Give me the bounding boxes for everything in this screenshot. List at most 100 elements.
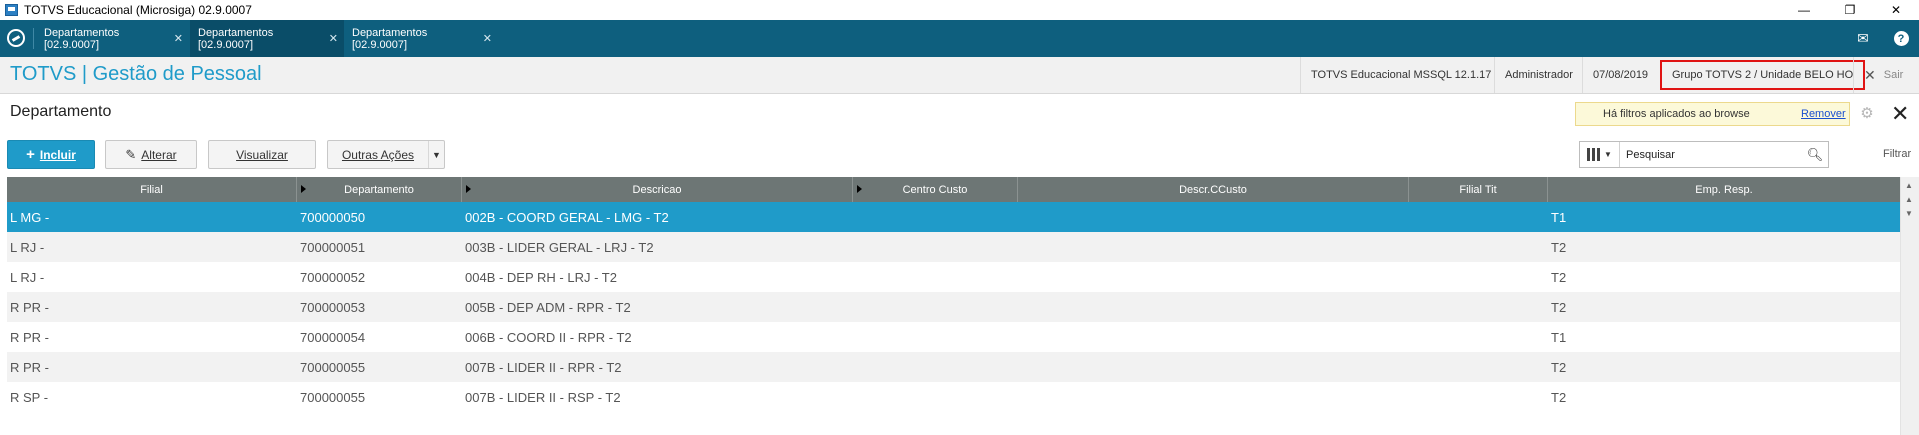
column-header-emp-resp[interactable]: Emp. Resp. [1548,177,1900,202]
sort-arrow-icon [857,185,862,193]
tab-departamentos-2[interactable]: Departamentos [02.9.0007] ✕ [190,20,344,57]
tab-departamentos-3[interactable]: Departamentos [02.9.0007] ✕ [344,20,498,57]
cell-emp-resp: T2 [1551,269,1567,285]
column-header-label: Emp. Resp. [1695,183,1753,196]
module-header: TOTVS | Gestão de Pessoal TOTVS Educacio… [0,57,1919,94]
cell-departamento: 700000052 [300,269,366,285]
cell-filial: L MG - [10,209,50,225]
page-title: Departamento [10,103,112,120]
environment-info: TOTVS Educacional MSSQL 12.1.17 [1300,57,1501,93]
tab-separator [33,28,34,49]
table-row[interactable]: L MG - 700000050 002B - COORD GERAL - LM… [7,202,1900,232]
other-actions-button[interactable]: Outras Ações ▼ [327,140,445,169]
cell-descricao: 003B - LIDER GERAL - LRJ - T2 [465,239,654,255]
column-header-descr-ccusto[interactable]: Descr.CCusto [1018,177,1409,202]
cell-emp-resp: T2 [1551,359,1567,375]
cell-departamento: 700000055 [300,359,366,375]
table-row[interactable]: L RJ - 700000051 003B - LIDER GERAL - LR… [7,232,1900,262]
mail-icon[interactable]: ✉ [1847,20,1879,57]
cell-emp-resp: T1 [1551,329,1567,345]
filter-button[interactable]: Filtrar [1883,148,1911,160]
cell-departamento: 700000055 [300,389,366,405]
column-header-filial[interactable]: Filial [7,177,297,202]
date-info: 07/08/2019 [1582,57,1658,93]
tab-close-icon[interactable]: ✕ [329,32,338,45]
table-row[interactable]: L RJ - 700000052 004B - DEP RH - LRJ - T… [7,262,1900,292]
cell-emp-resp: T2 [1551,389,1567,405]
tab-close-icon[interactable]: ✕ [483,32,492,45]
table-row[interactable]: R PR - 700000054 006B - COORD II - RPR -… [7,322,1900,352]
column-header-filial-tit[interactable]: Filial Tit [1409,177,1548,202]
search-icon[interactable]: 🔍︎ [1805,147,1825,163]
tab-label: Departamentos [02.9.0007] [352,26,428,51]
cell-descricao: 004B - DEP RH - LRJ - T2 [465,269,617,285]
totvs-logo-icon[interactable] [7,29,25,47]
column-header-label: Centro Custo [902,183,968,196]
sort-arrow-icon [466,185,471,193]
help-icon[interactable]: ? [1885,20,1917,57]
tab-departamentos-1[interactable]: Departamentos [02.9.0007] ✕ [36,20,189,57]
chevron-down-icon: ▼ [1604,150,1612,159]
column-header-label: Filial [140,183,163,196]
window-title: TOTVS Educacional (Microsiga) 02.9.0007 [24,3,252,17]
column-selector[interactable]: ▼ [1580,142,1620,167]
cell-filial: L RJ - [10,269,45,285]
exit-button[interactable]: ✕ Sair [1853,57,1913,93]
scroll-up-icon[interactable]: ▲ [1905,195,1913,204]
exit-label: Sair [1883,69,1904,81]
module-brand: TOTVS | Gestão de Pessoal [10,63,262,85]
sort-arrow-icon [301,185,306,193]
cell-emp-resp: T2 [1551,299,1567,315]
cell-descricao: 002B - COORD GERAL - LMG - T2 [465,209,669,225]
plus-icon: + [26,146,35,163]
chevron-down-icon: ▼ [428,141,444,168]
gear-icon[interactable]: ⚙ [1859,106,1875,122]
cell-departamento: 700000054 [300,329,366,345]
tab-bar: Departamentos [02.9.0007] ✕ Departamento… [0,20,1919,57]
cell-emp-resp: T2 [1551,239,1567,255]
group-unit-selector[interactable]: Grupo TOTVS 2 / Unidade BELO HO [1660,60,1866,90]
cell-departamento: 700000050 [300,209,366,225]
table-row[interactable]: R PR - 700000055 007B - LIDER II - RPR -… [7,352,1900,382]
pencil-icon: ✎ [125,146,137,162]
scroll-top-icon[interactable]: ▲ [1905,181,1913,190]
search-box: ▼ 🔍︎ [1579,141,1829,168]
tab-label: Departamentos [02.9.0007] [198,26,274,51]
columns-icon [1587,148,1601,161]
filter-notice: Há filtros aplicados ao browse Remover [1575,102,1850,126]
user-info: Administrador [1494,57,1583,93]
view-label: Visualizar [236,147,288,162]
restore-button[interactable]: ❐ [1827,0,1873,20]
table-row[interactable]: R SP - 700000055 007B - LIDER II - RSP -… [7,382,1900,412]
table-row[interactable]: R PR - 700000053 005B - DEP ADM - RPR - … [7,292,1900,322]
minimize-button[interactable]: — [1781,0,1827,20]
column-header-centro-custo[interactable]: Centro Custo [853,177,1018,202]
grid-header: Filial Departamento Descricao Centro Cus… [7,177,1900,202]
cell-departamento: 700000053 [300,299,366,315]
column-header-label: Descricao [632,183,682,196]
cell-filial: R SP - [10,389,49,405]
column-header-departamento[interactable]: Departamento [297,177,462,202]
cell-filial: L RJ - [10,239,45,255]
tab-label: Departamentos [02.9.0007] [44,26,120,51]
cell-descricao: 007B - LIDER II - RSP - T2 [465,389,621,405]
scroll-down-icon[interactable]: ▼ [1905,209,1913,218]
cell-filial: R PR - [10,299,49,315]
close-browse-icon[interactable]: ✕ [1891,101,1909,127]
cell-departamento: 700000051 [300,239,366,255]
window-titlebar: TOTVS Educacional (Microsiga) 02.9.0007 … [0,0,1919,20]
other-actions-label: Outras Ações [341,147,415,162]
cell-emp-resp: T1 [1551,209,1567,225]
include-button[interactable]: + Incluir [7,140,95,169]
view-button[interactable]: Visualizar [208,140,316,169]
tab-close-icon[interactable]: ✕ [174,32,183,45]
grid-body: L MG - 700000050 002B - COORD GERAL - LM… [7,202,1900,412]
include-label: Incluir [39,147,76,162]
column-header-descricao[interactable]: Descricao [462,177,853,202]
column-header-label: Descr.CCusto [1179,183,1247,196]
search-input[interactable] [1620,148,1805,161]
close-window-button[interactable]: ✕ [1873,0,1919,20]
edit-button[interactable]: ✎ Alterar [105,140,197,169]
remove-filter-link[interactable]: Remover [1801,108,1846,120]
grid-scrollbar[interactable]: ▲ ▲ ▼ [1900,177,1919,435]
